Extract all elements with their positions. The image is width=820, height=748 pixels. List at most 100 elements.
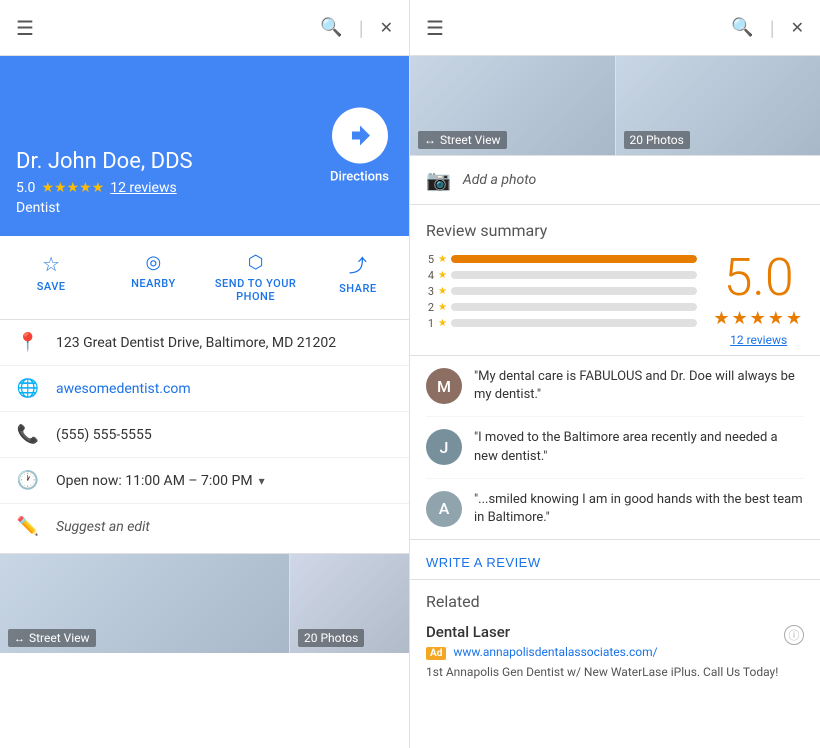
share-action[interactable]: ⤴ SHARE	[307, 244, 409, 311]
add-photo-text: Add a photo	[463, 172, 536, 188]
suggest-edit-row[interactable]: ✏️ Suggest an edit	[0, 504, 409, 549]
clock-icon: 🕐	[16, 470, 40, 491]
suggest-text: Suggest an edit	[56, 519, 150, 535]
nearby-label: NEARBY	[131, 277, 176, 290]
related-item-name: Dental Laser	[426, 623, 778, 641]
right-divider: |	[770, 16, 775, 40]
phone-text: (555) 555-5555	[56, 427, 393, 443]
blue-hero-section: Directions Dr. John Doe, DDS 5.0 ★★★★★ 1…	[0, 56, 409, 236]
directions-label: Directions	[330, 170, 389, 185]
directions-arrow-icon	[348, 124, 372, 148]
bar-num: 1	[426, 317, 434, 330]
bar-num: 4	[426, 269, 434, 282]
reviewer-avatar: A	[426, 491, 462, 527]
add-photo-row[interactable]: 📷 Add a photo	[410, 156, 820, 205]
review-item-r3: A "...smiled knowing I am in good hands …	[426, 479, 804, 539]
search-icon[interactable]: 🔍	[320, 17, 342, 38]
divider: |	[359, 16, 364, 40]
close-icon[interactable]: ✕	[380, 18, 393, 37]
send-to-phone-action[interactable]: ⬡ SEND TO YOUR PHONE	[205, 244, 307, 311]
phone-icon: 📞	[16, 424, 40, 445]
related-item-url: Ad www.annapolisdentalassociates.com/	[426, 645, 778, 660]
send-icon: ⬡	[248, 252, 264, 273]
bar-track	[451, 319, 697, 327]
write-review-button[interactable]: WRITE A REVIEW	[426, 555, 541, 570]
bar-star-icon: ★	[438, 302, 447, 313]
bar-track	[451, 287, 697, 295]
send-label: SEND TO YOUR PHONE	[215, 277, 296, 303]
directions-button[interactable]: Directions	[330, 108, 389, 185]
review-item-r1: M "My dental care is FABULOUS and Dr. Do…	[426, 356, 804, 417]
place-type: Dentist	[16, 200, 393, 216]
photos-label: 20 Photos	[298, 629, 364, 647]
hours-expand-icon[interactable]: ▾	[259, 474, 265, 488]
photo-strip: ↔ Street View 20 Photos	[410, 56, 820, 156]
review-summary-section: Review summary 5 ★ 4 ★ 3 ★ 2 ★	[410, 205, 820, 356]
street-view-photo[interactable]: ↔ Street View	[410, 56, 615, 155]
total-reviews[interactable]: 12 reviews	[730, 333, 787, 347]
street-view-thumb[interactable]: ↔ Street View	[0, 554, 289, 653]
bar-chart: 5 ★ 4 ★ 3 ★ 2 ★ 1 ★	[426, 252, 697, 332]
left-panel: ☰ 🔍 | ✕ Directions Dr. John Doe, DDS 5.0…	[0, 0, 410, 748]
review-text: "My dental care is FABULOUS and Dr. Doe …	[474, 368, 804, 404]
review-summary-title: Review summary	[426, 221, 804, 240]
right-search-icon[interactable]: 🔍	[731, 17, 753, 38]
address-row: 📍 123 Great Dentist Drive, Baltimore, MD…	[0, 320, 409, 366]
reviewer-avatar: M	[426, 368, 462, 404]
photos-count-label: 20 Photos	[624, 131, 690, 149]
nearby-action[interactable]: ◎ NEARBY	[102, 244, 204, 311]
website-row: 🌐 awesomedentist.com	[0, 366, 409, 412]
street-view-photo-label: ↔ Street View	[418, 131, 507, 149]
bar-star-icon: ★	[438, 286, 447, 297]
related-url-text[interactable]: www.annapolisdentalassociates.com/	[453, 645, 657, 659]
review-text: "...smiled knowing I am in good hands wi…	[474, 491, 804, 527]
review-list: M "My dental care is FABULOUS and Dr. Do…	[410, 356, 820, 540]
bar-star-icon: ★	[438, 254, 447, 265]
big-rating: 5.0	[724, 252, 794, 304]
street-view-icon: ↔	[14, 632, 25, 645]
photos-thumb[interactable]: 20 Photos	[289, 554, 409, 653]
bar-row-2: 2 ★	[426, 300, 697, 314]
phone-row: 📞 (555) 555-5555	[0, 412, 409, 458]
street-view-photo-icon: ↔	[424, 133, 436, 147]
right-menu-icon[interactable]: ☰	[426, 16, 444, 40]
hours-content: Open now: 11:00 AM – 7:00 PM ▾	[56, 473, 265, 489]
website-text[interactable]: awesomedentist.com	[56, 381, 393, 397]
hours-row[interactable]: 🕐 Open now: 11:00 AM – 7:00 PM ▾	[0, 458, 409, 504]
share-icon: ⤴	[349, 252, 367, 278]
bar-track	[451, 303, 697, 311]
related-item: Dental Laser Ad www.annapolisdentalassoc…	[426, 623, 804, 681]
write-review-row: WRITE A REVIEW	[410, 540, 820, 580]
related-title: Related	[426, 592, 804, 611]
review-item-r2: J "I moved to the Baltimore area recentl…	[426, 417, 804, 478]
location-icon: 📍	[16, 332, 40, 353]
right-close-icon[interactable]: ✕	[791, 18, 804, 37]
bar-row-5: 5 ★	[426, 252, 697, 266]
photos-cell[interactable]: 20 Photos	[615, 56, 820, 155]
related-item-content: Dental Laser Ad www.annapolisdentalassoc…	[426, 623, 778, 681]
right-panel: ☰ 🔍 | ✕ ↔ Street View 20 Photos 📷 Add a …	[410, 0, 820, 748]
bar-row-4: 4 ★	[426, 268, 697, 282]
address-text: 123 Great Dentist Drive, Baltimore, MD 2…	[56, 335, 393, 351]
save-label: SAVE	[37, 280, 66, 293]
share-label: SHARE	[339, 282, 377, 295]
street-view-label: ↔ Street View	[8, 629, 96, 647]
bar-num: 5	[426, 253, 434, 266]
rating-number: 5.0	[16, 180, 35, 196]
bar-num: 3	[426, 285, 434, 298]
hours-text: Open now: 11:00 AM – 7:00 PM	[56, 473, 253, 489]
bar-star-icon: ★	[438, 270, 447, 281]
reviews-count[interactable]: 12 reviews	[110, 180, 177, 196]
related-info-icon[interactable]: ⓘ	[784, 625, 804, 645]
related-section: Related Dental Laser Ad www.annapolisden…	[410, 580, 820, 693]
bar-row-1: 1 ★	[426, 316, 697, 330]
bar-num: 2	[426, 301, 434, 314]
save-icon: ☆	[42, 252, 60, 276]
street-view-section: ↔ Street View 20 Photos	[0, 553, 409, 653]
bar-star-icon: ★	[438, 318, 447, 329]
edit-icon: ✏️	[16, 516, 40, 537]
action-bar: ☆ SAVE ◎ NEARBY ⬡ SEND TO YOUR PHONE ⤴ S…	[0, 236, 409, 320]
bar-row-3: 3 ★	[426, 284, 697, 298]
save-action[interactable]: ☆ SAVE	[0, 244, 102, 311]
menu-icon[interactable]: ☰	[16, 16, 34, 40]
